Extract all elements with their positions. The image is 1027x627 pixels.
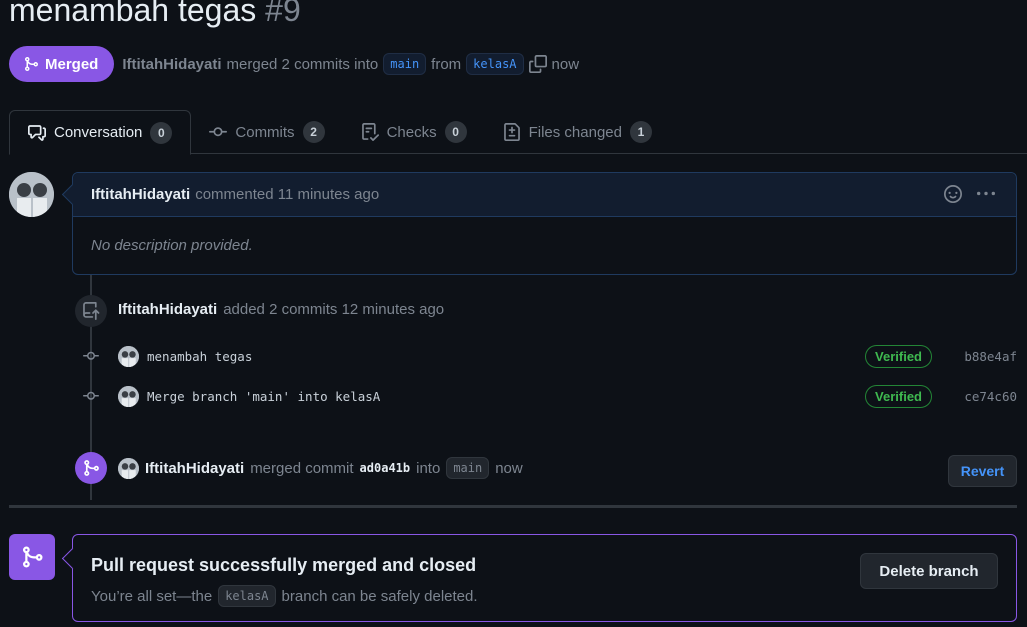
tab-files-changed-label: Files changed	[528, 123, 622, 141]
verified-badge[interactable]: Verified	[865, 384, 932, 408]
comment-author[interactable]: IftitahHidayati	[91, 186, 190, 203]
merge-status-subtitle: You’re all set—the kelasA branch can be …	[91, 585, 478, 607]
commits-event-author[interactable]: IftitahHidayati	[118, 301, 217, 318]
smiley-icon[interactable]	[944, 185, 962, 207]
tab-files-changed[interactable]: Files changed 1	[485, 110, 670, 154]
avatar[interactable]	[118, 457, 139, 479]
delete-branch-button[interactable]: Delete branch	[860, 553, 998, 589]
tab-conversation-label: Conversation	[54, 124, 143, 141]
commit-message[interactable]: Merge branch 'main' into kelasA	[147, 389, 380, 404]
merge-event-text: merged commit	[250, 459, 354, 477]
pr-meta: Merged IftitahHidayati merged 2 commits …	[9, 46, 579, 82]
comment-body: No description provided.	[91, 237, 253, 254]
avatar[interactable]	[118, 345, 139, 367]
deletable-branch-tag[interactable]: kelasA	[218, 585, 276, 607]
merge-commit-sha[interactable]: ad0a41b	[360, 461, 411, 475]
git-merge-icon	[25, 57, 39, 71]
base-branch-tag[interactable]: main	[383, 53, 427, 75]
repo-push-icon	[75, 295, 107, 327]
tab-conversation[interactable]: Conversation 0	[9, 110, 192, 155]
tab-checks-label: Checks	[386, 123, 437, 141]
tab-conversation-count: 0	[150, 121, 173, 144]
from-text: from	[431, 55, 462, 73]
merged-status-badge: Merged	[9, 46, 115, 82]
file-diff-icon	[503, 123, 520, 141]
merge-time: now	[551, 55, 580, 73]
git-commit-icon	[209, 127, 228, 137]
merge-event-time: now	[495, 459, 523, 477]
merge-event-author[interactable]: IftitahHidayati	[145, 460, 244, 477]
merge-target-branch[interactable]: main	[446, 457, 490, 479]
commit-sha[interactable]: ce74c60	[964, 389, 1017, 404]
kebab-horizontal-icon[interactable]	[976, 185, 996, 207]
comment-meta[interactable]: commented 11 minutes ago	[195, 186, 379, 203]
head-branch-tag[interactable]: kelasA	[466, 53, 524, 75]
merged-label: Merged	[45, 55, 99, 73]
tab-checks-count: 0	[444, 121, 467, 143]
commit-row: menambah tegas Verified b88e4af	[80, 344, 1020, 368]
commit-message[interactable]: menambah tegas	[147, 349, 252, 364]
merge-event: IftitahHidayati merged commit ad0a41b in…	[118, 457, 523, 479]
tab-commits-count: 2	[302, 121, 325, 143]
pr-tabs: Conversation 0 Commits 2 Checks 0 Files …	[9, 110, 1027, 155]
page-title: menambah tegas #9	[9, 0, 301, 29]
avatar[interactable]	[118, 385, 139, 407]
commit-row: Merge branch 'main' into kelasA Verified…	[80, 384, 1020, 408]
git-commit-icon	[80, 348, 102, 364]
git-commit-icon	[80, 388, 102, 404]
pull-request-page: menambah tegas #9 Merged IftitahHidayati…	[0, 0, 1027, 627]
commits-event: IftitahHidayati added 2 commits 12 minut…	[118, 301, 444, 318]
comment-header: IftitahHidayati commented 11 minutes ago	[73, 173, 1016, 217]
commit-sha[interactable]: b88e4af	[964, 349, 1017, 364]
timeline-divider	[9, 505, 1017, 508]
comment-discussion-icon	[28, 124, 46, 141]
checklist-icon	[361, 123, 379, 141]
git-merge-icon	[9, 534, 55, 580]
avatar[interactable]	[9, 172, 54, 217]
pr-title: menambah tegas	[9, 0, 257, 28]
tab-commits-label: Commits	[235, 123, 295, 141]
merge-summary-text: merged 2 commits into	[226, 55, 379, 73]
tab-commits[interactable]: Commits 2	[191, 110, 342, 154]
copy-icon[interactable]	[528, 55, 547, 73]
merge-status-title: Pull request successfully merged and clo…	[91, 555, 477, 575]
merge-summary: IftitahHidayati merged 2 commits into ma…	[122, 53, 579, 75]
comment-box: IftitahHidayati commented 11 minutes ago…	[72, 172, 1017, 275]
merge-event-into: into	[416, 459, 441, 477]
author-link[interactable]: IftitahHidayati	[122, 56, 221, 73]
git-merge-icon	[75, 452, 107, 484]
verified-badge[interactable]: Verified	[865, 344, 932, 368]
comment-actions	[944, 185, 996, 207]
pr-number: #9	[265, 0, 301, 28]
merge-sub-before: You’re all set—the	[91, 587, 213, 605]
commits-event-text: added 2 commits 12 minutes ago	[223, 301, 445, 318]
revert-button[interactable]: Revert	[948, 455, 1017, 487]
tab-files-changed-count: 1	[630, 121, 652, 143]
merge-status-box: Pull request successfully merged and clo…	[72, 534, 1017, 622]
tab-checks[interactable]: Checks 0	[343, 110, 485, 154]
merge-sub-after: branch can be safely deleted.	[281, 587, 478, 605]
